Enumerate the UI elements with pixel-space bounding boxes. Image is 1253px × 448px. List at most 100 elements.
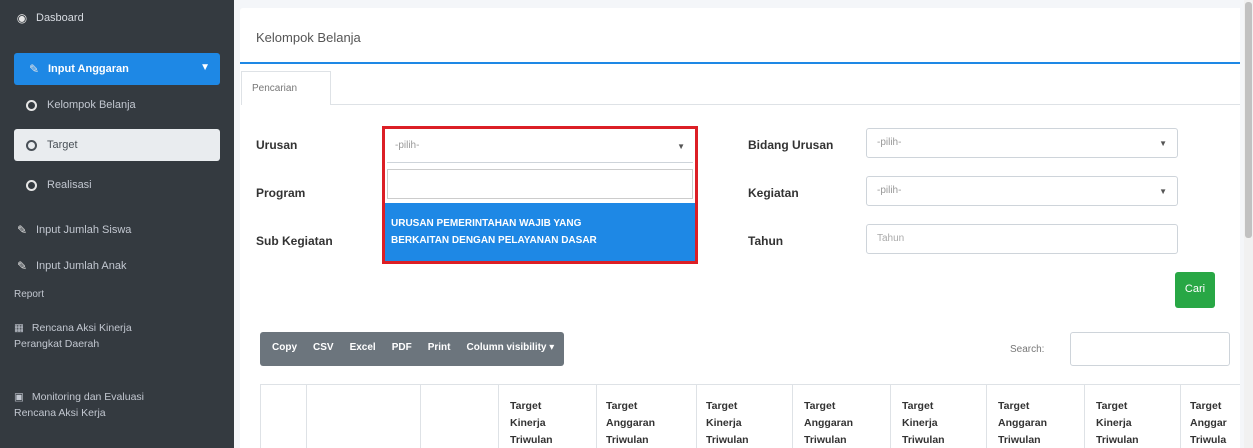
kegiatan-value: -pilih- xyxy=(877,185,902,196)
circle-icon xyxy=(26,99,37,111)
pdf-button[interactable]: PDF xyxy=(384,332,420,366)
header-line: Target xyxy=(510,400,542,412)
bidang-urusan-label: Bidang Urusan xyxy=(748,138,834,152)
header-line: Triwulan xyxy=(606,434,649,446)
sidebar-item-label: Rencana Aksi Kerja xyxy=(14,407,106,419)
kelompok-belanja-card: Kelompok Belanja Pencarian Urusan Progra… xyxy=(240,8,1240,448)
header-line: Triwulan xyxy=(706,434,749,446)
sidebar: ◉ Dasboard ✎ Input Anggaran ▼ Kelompok B… xyxy=(0,0,234,448)
header-line: Anggaran xyxy=(606,417,656,429)
program-label: Program xyxy=(256,186,306,200)
urusan-dropdown[interactable]: -pilih- ▼ URUSAN PEMERINTAHAN WAJIB YANG… xyxy=(382,126,698,264)
header-line: Triwulan xyxy=(998,434,1041,446)
header-line: Target xyxy=(1096,400,1128,412)
export-button-group: Copy CSV Excel PDF Print Column visibili… xyxy=(260,332,565,366)
header-line: Anggar xyxy=(1190,417,1227,429)
header-line: Anggaran xyxy=(998,417,1048,429)
caret-down-icon: ▼ xyxy=(1159,187,1167,196)
excel-button[interactable]: Excel xyxy=(342,332,384,366)
caret-down-icon: ▼ xyxy=(677,142,685,151)
sidebar-item-label: Kelompok Belanja xyxy=(47,99,136,111)
header-line: Target xyxy=(1190,400,1222,412)
table-header-cell[interactable]: Target Kinerja Triwulan xyxy=(510,398,553,448)
urusan-value: -pilih- xyxy=(395,140,420,151)
header-line: Kinerja xyxy=(1096,417,1132,429)
edit-icon: ✎ xyxy=(16,223,28,237)
table-column-separator xyxy=(306,384,307,448)
sub-kegiatan-label: Sub Kegiatan xyxy=(256,234,333,248)
header-line: Triwulan xyxy=(804,434,847,446)
header-line: Kinerja xyxy=(902,417,938,429)
header-line: Target xyxy=(902,400,934,412)
csv-button[interactable]: CSV xyxy=(305,332,342,366)
dropdown-option[interactable]: URUSAN PEMERINTAHAN WAJIB YANG BERKAITAN… xyxy=(385,203,695,261)
tab-pencarian[interactable]: Pencarian xyxy=(241,71,331,105)
circle-icon xyxy=(26,139,37,151)
sidebar-item-monitoring[interactable]: ▣ Monitoring dan Evaluasi Rencana Aksi Ke… xyxy=(14,389,224,421)
main-content: Kelompok Belanja Pencarian Urusan Progra… xyxy=(234,0,1253,448)
table-column-separator xyxy=(420,384,421,448)
urusan-select[interactable]: -pilih- ▼ xyxy=(387,131,693,163)
caret-down-icon: ▼ xyxy=(1159,139,1167,148)
sidebar-item-label: Dasboard xyxy=(36,12,84,24)
table-header-cell[interactable]: Target Kinerja Triwulan xyxy=(1096,398,1139,448)
header-line: Target xyxy=(804,400,836,412)
sidebar-item-rencana-aksi[interactable]: ▦ Rencana Aksi Kinerja Perangkat Daerah xyxy=(14,320,224,352)
bidang-urusan-select[interactable]: -pilih- ▼ xyxy=(866,128,1178,158)
kegiatan-select[interactable]: -pilih- ▼ xyxy=(866,176,1178,206)
sidebar-item-realisasi[interactable]: Realisasi xyxy=(14,169,220,201)
table-column-separator xyxy=(696,384,697,448)
chevron-down-icon: ▼ xyxy=(200,62,210,73)
table-header-border xyxy=(260,384,1240,385)
circle-icon xyxy=(26,179,37,191)
sidebar-item-input-jumlah-siswa[interactable]: ✎ Input Jumlah Siswa xyxy=(14,219,220,241)
sidebar-item-label: Target xyxy=(47,139,78,151)
table-header-cell[interactable]: Target Anggaran Triwulan xyxy=(804,398,853,448)
option-text-line1: URUSAN PEMERINTAHAN WAJIB YANG xyxy=(391,218,582,229)
calendar-icon: ▦ xyxy=(14,322,24,334)
column-visibility-button[interactable]: Column visibility ▾ xyxy=(458,332,564,366)
sidebar-item-kelompok-belanja[interactable]: Kelompok Belanja xyxy=(14,89,220,121)
sidebar-item-target[interactable]: Target xyxy=(14,129,220,161)
tahun-placeholder: Tahun xyxy=(877,233,905,244)
print-button[interactable]: Print xyxy=(420,332,459,366)
card-divider xyxy=(240,62,1240,64)
table-header-cell[interactable]: Target Anggaran Triwulan xyxy=(606,398,655,448)
table-column-separator xyxy=(1180,384,1181,448)
sidebar-item-input-anggaran[interactable]: ✎ Input Anggaran ▼ xyxy=(14,53,220,85)
edit-icon: ✎ xyxy=(16,259,28,273)
header-line: Kinerja xyxy=(706,417,742,429)
table-header-cell[interactable]: Target Kinerja Triwulan xyxy=(902,398,945,448)
header-line: Anggaran xyxy=(804,417,854,429)
tab-divider xyxy=(331,104,1240,105)
sidebar-item-label: Realisasi xyxy=(47,179,92,191)
kegiatan-label: Kegiatan xyxy=(748,186,799,200)
cari-button[interactable]: Cari xyxy=(1175,272,1215,308)
header-line: Triwula xyxy=(1190,434,1227,446)
header-line: Target xyxy=(998,400,1030,412)
table-column-separator xyxy=(890,384,891,448)
copy-button[interactable]: Copy xyxy=(260,332,305,366)
sidebar-section-report: Report xyxy=(14,289,45,300)
sidebar-item-input-jumlah-anak[interactable]: ✎ Input Jumlah Anak xyxy=(14,255,220,277)
table-header-cell[interactable]: Target Anggar Triwula xyxy=(1190,398,1227,448)
table-column-separator xyxy=(498,384,499,448)
sidebar-item-dashboard[interactable]: ◉ Dasboard xyxy=(14,10,84,26)
table-header-cell[interactable]: Target Anggaran Triwulan xyxy=(998,398,1047,448)
header-line: Triwulan xyxy=(1096,434,1139,446)
scrollbar-thumb[interactable] xyxy=(1245,2,1252,238)
tahun-input[interactable]: Tahun xyxy=(866,224,1178,254)
page-scrollbar[interactable] xyxy=(1244,0,1253,448)
header-line: Triwulan xyxy=(902,434,945,446)
dashboard-icon: ◉ xyxy=(16,11,28,25)
sidebar-item-label: Input Jumlah Anak xyxy=(36,260,127,272)
dropdown-search-input[interactable] xyxy=(387,169,693,199)
sidebar-item-label: Perangkat Daerah xyxy=(14,338,100,350)
edit-icon: ✎ xyxy=(28,62,40,76)
card-title: Kelompok Belanja xyxy=(256,30,361,45)
table-header-cell[interactable]: Target Kinerja Triwulan xyxy=(706,398,749,448)
table-column-separator xyxy=(986,384,987,448)
search-input[interactable] xyxy=(1070,332,1230,366)
table-column-separator xyxy=(1084,384,1085,448)
header-line: Target xyxy=(706,400,738,412)
